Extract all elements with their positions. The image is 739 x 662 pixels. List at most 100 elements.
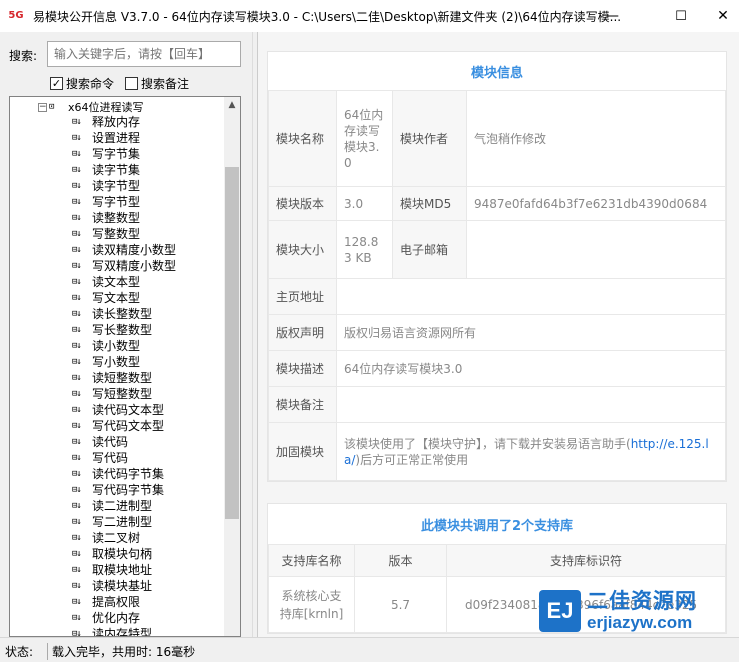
search-input[interactable] xyxy=(47,41,241,67)
tree-item[interactable]: ⊟↓ 写代码 xyxy=(72,450,176,466)
tree-item-label: 读模块基址 xyxy=(92,579,153,593)
tree-item[interactable]: ⊟↓ 读整数型 xyxy=(72,210,176,226)
scroll-thumb[interactable] xyxy=(225,167,239,519)
maximize-button[interactable]: ☐ xyxy=(658,0,704,32)
command-icon: ⊟↓ xyxy=(72,453,82,463)
command-icon: ⊟↓ xyxy=(72,341,82,351)
tree-item[interactable]: ⊟↓ 读长整数型 xyxy=(72,306,176,322)
module-author: 气泡稍作修改 xyxy=(466,90,726,187)
command-icon: ⊟↓ xyxy=(72,549,82,559)
tree-item-label: 写代码字节集 xyxy=(92,483,165,497)
tree-item[interactable]: ⊟↓ 读模块基址 xyxy=(72,578,176,594)
command-icon: ⊟↓ xyxy=(72,149,82,159)
tree-item[interactable]: ⊟↓ 读字节型 xyxy=(72,178,176,194)
tree-item-label: 读二进制型 xyxy=(92,499,153,513)
search-command-checkbox[interactable]: ✓ 搜索命令 xyxy=(50,75,114,92)
tree-item-label: 读短整数型 xyxy=(92,371,153,385)
tree-item[interactable]: ⊟↓ 读代码 xyxy=(72,434,176,450)
command-icon: ⊟↓ xyxy=(72,389,82,399)
module-name: 64位内存读写模块3.0 xyxy=(336,90,393,187)
tree-item[interactable]: ⊟↓ 读二叉树 xyxy=(72,530,176,546)
tree-item[interactable]: ⊟↓ 取模块句柄 xyxy=(72,546,176,562)
lib-name: 系统核心支持库[krnln] xyxy=(268,576,355,633)
tree-item[interactable]: ⊟↓ 写长整数型 xyxy=(72,322,176,338)
author-label: 模块作者 xyxy=(392,90,467,187)
command-icon: ⊟↓ xyxy=(72,309,82,319)
tree-item[interactable]: ⊟↓ 写整数型 xyxy=(72,226,176,242)
command-icon: ⊟↓ xyxy=(72,501,82,511)
tree-item[interactable]: ⊟↓ 写文本型 xyxy=(72,290,176,306)
left-panel: 搜索: ✓ 搜索命令 搜索备注 − ⊡ x64位进程读写 ⊟↓ 释放内存 ⊟↓ 设置进… xyxy=(0,32,252,637)
tree-item-label: 写整数型 xyxy=(92,227,141,241)
command-icon: ⊟↓ xyxy=(72,181,82,191)
tree-item[interactable]: ⊟↓ 读双精度小数型 xyxy=(72,242,176,258)
scroll-up-icon[interactable]: ▲ xyxy=(224,97,240,114)
tree-item[interactable]: ⊟↓ 设置进程 xyxy=(72,130,176,146)
command-icon: ⊟↓ xyxy=(72,373,82,383)
watermark-url: erjiazyw.com xyxy=(587,613,693,632)
tree-item-label: 读代码 xyxy=(92,435,129,449)
homepage-label: 主页地址 xyxy=(268,278,337,315)
tree-item[interactable]: ⊟↓ 读二进制型 xyxy=(72,498,176,514)
tree-item-label: 读字节集 xyxy=(92,163,141,177)
tree-item-label: 设置进程 xyxy=(92,131,141,145)
command-icon: ⊟↓ xyxy=(72,245,82,255)
module-info-card: 模块信息 模块名称 64位内存读写模块3.0 模块作者 气泡稍作修改 模块版本 … xyxy=(267,51,727,482)
tree-item-label: 取模块地址 xyxy=(92,563,153,577)
tree-item-label: 提高权限 xyxy=(92,595,141,609)
command-icon: ⊟↓ xyxy=(72,437,82,447)
tree-item-label: 读长整数型 xyxy=(92,307,153,321)
tree-item[interactable]: ⊟↓ 写字节集 xyxy=(72,146,176,162)
minimize-button[interactable]: — xyxy=(589,0,635,32)
command-icon: ⊟↓ xyxy=(72,581,82,591)
tree-item[interactable]: ⊟↓ 提高权限 xyxy=(72,594,176,610)
watermark: EJ 二佳资源网 erjiazyw.com xyxy=(539,585,739,637)
command-icon: ⊟↓ xyxy=(72,629,82,637)
protect-text-pre: 该模块使用了【模块守护】，请下载并安装易语言助手( xyxy=(344,436,631,451)
tree-scrollbar[interactable]: ▲ xyxy=(224,97,240,636)
tree-item[interactable]: ⊟↓ 写二进制型 xyxy=(72,514,176,530)
lib-version-header: 版本 xyxy=(354,544,447,577)
tree-item-label: 优化内存 xyxy=(92,611,141,625)
module-remark xyxy=(336,386,726,423)
status-bar: 状态: 载入完毕，共用时: 16毫秒 xyxy=(0,637,739,662)
tree-item[interactable]: ⊟↓ 读内存特型 xyxy=(72,626,176,637)
tree-item[interactable]: ⊟↓ 写双精度小数型 xyxy=(72,258,176,274)
module-info-title: 模块信息 xyxy=(470,65,523,81)
tree-item[interactable]: ⊟↓ 读字节集 xyxy=(72,162,176,178)
tree-item[interactable]: ⊟↓ 读代码文本型 xyxy=(72,402,176,418)
search-remark-checkbox[interactable]: 搜索备注 xyxy=(125,75,189,92)
tree-item[interactable]: ⊟↓ 写代码文本型 xyxy=(72,418,176,434)
tree-item[interactable]: ⊟↓ 取模块地址 xyxy=(72,562,176,578)
command-icon: ⊟↓ xyxy=(72,597,82,607)
tree-item[interactable]: ⊟↓ 读代码字节集 xyxy=(72,466,176,482)
close-button[interactable]: ✕ xyxy=(700,0,739,32)
tree-item[interactable]: ⊟↓ 写短整数型 xyxy=(72,386,176,402)
window-title: 易模块公开信息 V3.7.0 - 64位内存读写模块3.0 - C:\Users… xyxy=(33,9,622,24)
command-icon: ⊟↓ xyxy=(72,533,82,543)
tree-item[interactable]: ⊟↓ 释放内存 xyxy=(72,114,176,130)
tree-item[interactable]: ⊟↓ 优化内存 xyxy=(72,610,176,626)
tree-item-label: 释放内存 xyxy=(92,115,141,129)
tree-item-label: 读二叉树 xyxy=(92,531,141,545)
module-copyright: 版权归易语言资源网所有 xyxy=(336,314,726,351)
tree-item[interactable]: ⊟↓ 读文本型 xyxy=(72,274,176,290)
tree-item-label: 取模块句柄 xyxy=(92,547,153,561)
tree-item[interactable]: ⊟↓ 写字节型 xyxy=(72,194,176,210)
tree-item[interactable]: ⊟↓ 写小数型 xyxy=(72,354,176,370)
tree-item[interactable]: ⊟↓ 读小数型 xyxy=(72,338,176,354)
collapse-icon[interactable]: − xyxy=(38,102,47,112)
tree-item[interactable]: ⊟↓ 读短整数型 xyxy=(72,370,176,386)
command-icon: ⊟↓ xyxy=(72,261,82,271)
class-icon: ⊡ xyxy=(49,102,54,112)
command-icon: ⊟↓ xyxy=(72,357,82,367)
title-bar: 5G 易模块公开信息 V3.7.0 - 64位内存读写模块3.0 - C:\Us… xyxy=(0,0,739,32)
tree-root[interactable]: − ⊡ x64位进程读写 xyxy=(38,99,144,115)
remark-label: 模块备注 xyxy=(268,386,337,423)
search-remark-label: 搜索备注 xyxy=(141,77,190,91)
tree-item-label: 写字节集 xyxy=(92,147,141,161)
command-tree[interactable]: − ⊡ x64位进程读写 ⊟↓ 释放内存 ⊟↓ 设置进程 ⊟↓ 写字节集 ⊟↓ 读字节集 ⊟↓ 读… xyxy=(9,96,241,637)
module-description: 64位内存读写模块3.0 xyxy=(336,350,726,387)
tree-item[interactable]: ⊟↓ 写代码字节集 xyxy=(72,482,176,498)
command-icon: ⊟↓ xyxy=(72,325,82,335)
